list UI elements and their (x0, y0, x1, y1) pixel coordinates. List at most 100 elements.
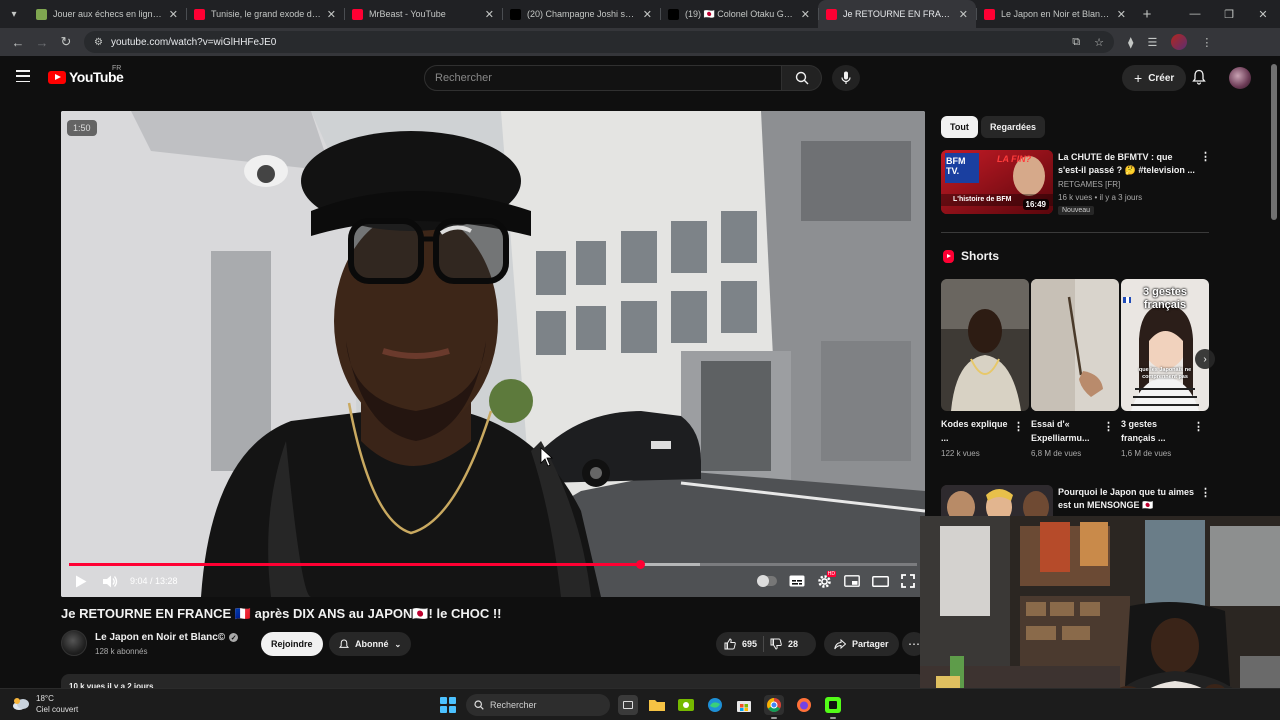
short-more-icon[interactable]: ⋮ (1013, 420, 1024, 433)
search-button[interactable] (782, 65, 822, 91)
weather-widget[interactable]: 18°C Ciel couvert (12, 693, 78, 715)
store-icon[interactable] (734, 695, 754, 715)
url-text: youtube.com/watch?v=wiGlHHFeJE0 (110, 36, 277, 48)
recommended-channel: RETGAMES [FR] (1058, 180, 1121, 189)
tab-close-icon[interactable]: ✕ (959, 8, 968, 21)
search-icon (474, 700, 484, 710)
streaming-app-icon[interactable] (823, 695, 843, 719)
tab-close-icon[interactable]: ✕ (801, 8, 810, 21)
browser-tab[interactable]: Tunisie, le grand exode des mé ✕ (186, 0, 344, 28)
fullscreen-icon[interactable] (901, 574, 915, 588)
short-title[interactable]: Essai d'« Expelliarmu... (1031, 417, 1101, 445)
windows-start-icon[interactable] (440, 697, 456, 713)
browser-tab[interactable]: Jouer aux échecs en ligne contre ✕ (28, 0, 186, 28)
short-title[interactable]: 3 gestes français ... (1121, 417, 1191, 445)
miniplayer-icon[interactable] (844, 575, 860, 587)
recommended-thumbnail[interactable]: BFM TV. LA FIN? L'histoire de BFM 16:49 (941, 150, 1053, 214)
short-more-icon[interactable]: ⋮ (1103, 420, 1114, 433)
browser-tab[interactable]: (20) Champagne Joshi sur X : "I ✕ (502, 0, 660, 28)
install-app-icon[interactable]: ⧉ (1072, 36, 1080, 49)
search-input[interactable]: Rechercher (424, 65, 782, 91)
chip-label: Tout (950, 122, 969, 132)
recommended-video[interactable]: BFM TV. LA FIN? L'histoire de BFM 16:49 … (941, 150, 1211, 216)
autoplay-toggle[interactable] (757, 575, 777, 587)
shorts-label: Shorts (961, 249, 1000, 263)
site-info-icon[interactable]: ⚙ (94, 37, 103, 48)
join-button[interactable]: Rejoindre (261, 632, 323, 656)
back-icon[interactable]: ← (6, 30, 30, 54)
short-thumbnail[interactable] (1031, 279, 1119, 411)
channel-avatar[interactable] (61, 630, 87, 656)
video-player[interactable]: 1:50 9:04 / 13:28 HD (61, 111, 925, 597)
browser-menu-icon[interactable]: ⋮ (1201, 36, 1212, 49)
volume-icon[interactable] (103, 575, 118, 588)
recommended-more-icon[interactable]: ⋮ (1200, 486, 1211, 499)
browser-tab[interactable]: Le Japon en Noir et Blanc© - Yo ✕ (976, 0, 1134, 28)
tab-close-icon[interactable]: ✕ (643, 8, 652, 21)
youtube-logo[interactable]: YouTube FR (48, 65, 124, 85)
minimize-icon[interactable]: — (1178, 0, 1212, 28)
taskbar-search[interactable]: Rechercher (466, 694, 610, 716)
shorts-header: Shorts (943, 249, 999, 263)
chrome-icon[interactable] (764, 695, 784, 719)
like-button[interactable]: 695 (716, 638, 757, 650)
account-avatar[interactable] (1229, 67, 1251, 89)
task-view-icon[interactable] (618, 695, 638, 715)
window-close-icon[interactable]: ✕ (1246, 0, 1280, 28)
create-button[interactable]: + Créer (1122, 65, 1187, 91)
reading-list-icon[interactable]: ☰ (1147, 36, 1157, 49)
theater-mode-icon[interactable] (872, 575, 889, 587)
browser-tab[interactable]: MrBeast - YouTube ✕ (344, 0, 502, 28)
forward-icon[interactable]: → (30, 30, 54, 54)
tab-close-icon[interactable]: ✕ (327, 8, 336, 21)
short-more-icon[interactable]: ⋮ (1193, 420, 1204, 433)
chip-watched[interactable]: Regardées (981, 116, 1046, 138)
channel-name-link[interactable]: Le Japon en Noir et Blanc© ✓ (95, 632, 239, 643)
seek-preview-time: 1:50 (67, 120, 97, 136)
logo-region: FR (112, 65, 122, 72)
nvidia-icon[interactable] (676, 695, 696, 715)
shorts-logo-icon (943, 249, 954, 263)
more-horizontal-icon: ⋯ (908, 637, 920, 651)
reload-icon[interactable]: ↻ (54, 30, 78, 54)
file-explorer-icon[interactable] (647, 695, 667, 715)
recommended-more-icon[interactable]: ⋮ (1200, 150, 1211, 163)
tab-close-icon[interactable]: ✕ (1117, 8, 1126, 21)
play-icon[interactable] (75, 575, 87, 588)
tab-close-icon[interactable]: ✕ (169, 8, 178, 21)
browser-profile-avatar[interactable] (1171, 34, 1188, 50)
dislike-button[interactable]: 28 (770, 638, 798, 650)
firefox-icon[interactable] (794, 695, 814, 715)
guide-menu-icon[interactable] (16, 70, 30, 82)
address-bar[interactable]: ⚙ youtube.com/watch?v=wiGlHHFeJE0 ⧉ ☆ (84, 31, 1114, 53)
short-thumbnail[interactable] (941, 279, 1029, 411)
tab-close-icon[interactable]: ✕ (485, 8, 494, 21)
recommended-thumbnail-art (941, 485, 1053, 519)
short-views: 122 k vues (941, 449, 980, 458)
browser-tab[interactable]: Je RETOURNE EN FRANCE 🇫🇷 après ✕ (818, 0, 976, 28)
settings-button[interactable]: HD (817, 570, 836, 589)
chevron-right-icon: › (1203, 353, 1207, 365)
chip-all[interactable]: Tout (941, 116, 978, 138)
subtitles-icon[interactable] (789, 575, 805, 587)
shorts-next-button[interactable]: › (1195, 349, 1215, 369)
recommended-title[interactable]: Pourquoi le Japon que tu aimes est un ME… (1058, 486, 1198, 512)
notifications-button[interactable] (1192, 69, 1206, 90)
edge-icon[interactable] (705, 695, 725, 715)
page-scrollbar-thumb[interactable] (1271, 64, 1277, 220)
voice-search-button[interactable] (832, 65, 860, 91)
extensions-icon[interactable]: ⧫ (1128, 36, 1133, 49)
short-title[interactable]: Kodes explique ... (941, 417, 1011, 445)
browser-tab[interactable]: (19) 🇯🇵 Colonel Otaku Gatekeepe ✕ (660, 0, 818, 28)
restore-icon[interactable]: ❐ (1212, 0, 1246, 28)
new-tab-icon[interactable]: + (1134, 0, 1160, 28)
subscribed-button[interactable]: Abonné ⌄ (329, 632, 412, 656)
recommended-thumbnail[interactable] (941, 485, 1053, 519)
short-thumbnail[interactable]: 3 gestes français que les Japonais ne co… (1121, 279, 1209, 411)
share-button[interactable]: Partager (824, 632, 899, 656)
bookmark-star-icon[interactable]: ☆ (1094, 36, 1104, 49)
scrubber-handle[interactable] (635, 560, 645, 569)
like-dislike-pill: 695 28 (716, 632, 816, 656)
progress-bar[interactable] (69, 560, 917, 569)
tab-search-icon[interactable]: ▾ (0, 0, 28, 28)
